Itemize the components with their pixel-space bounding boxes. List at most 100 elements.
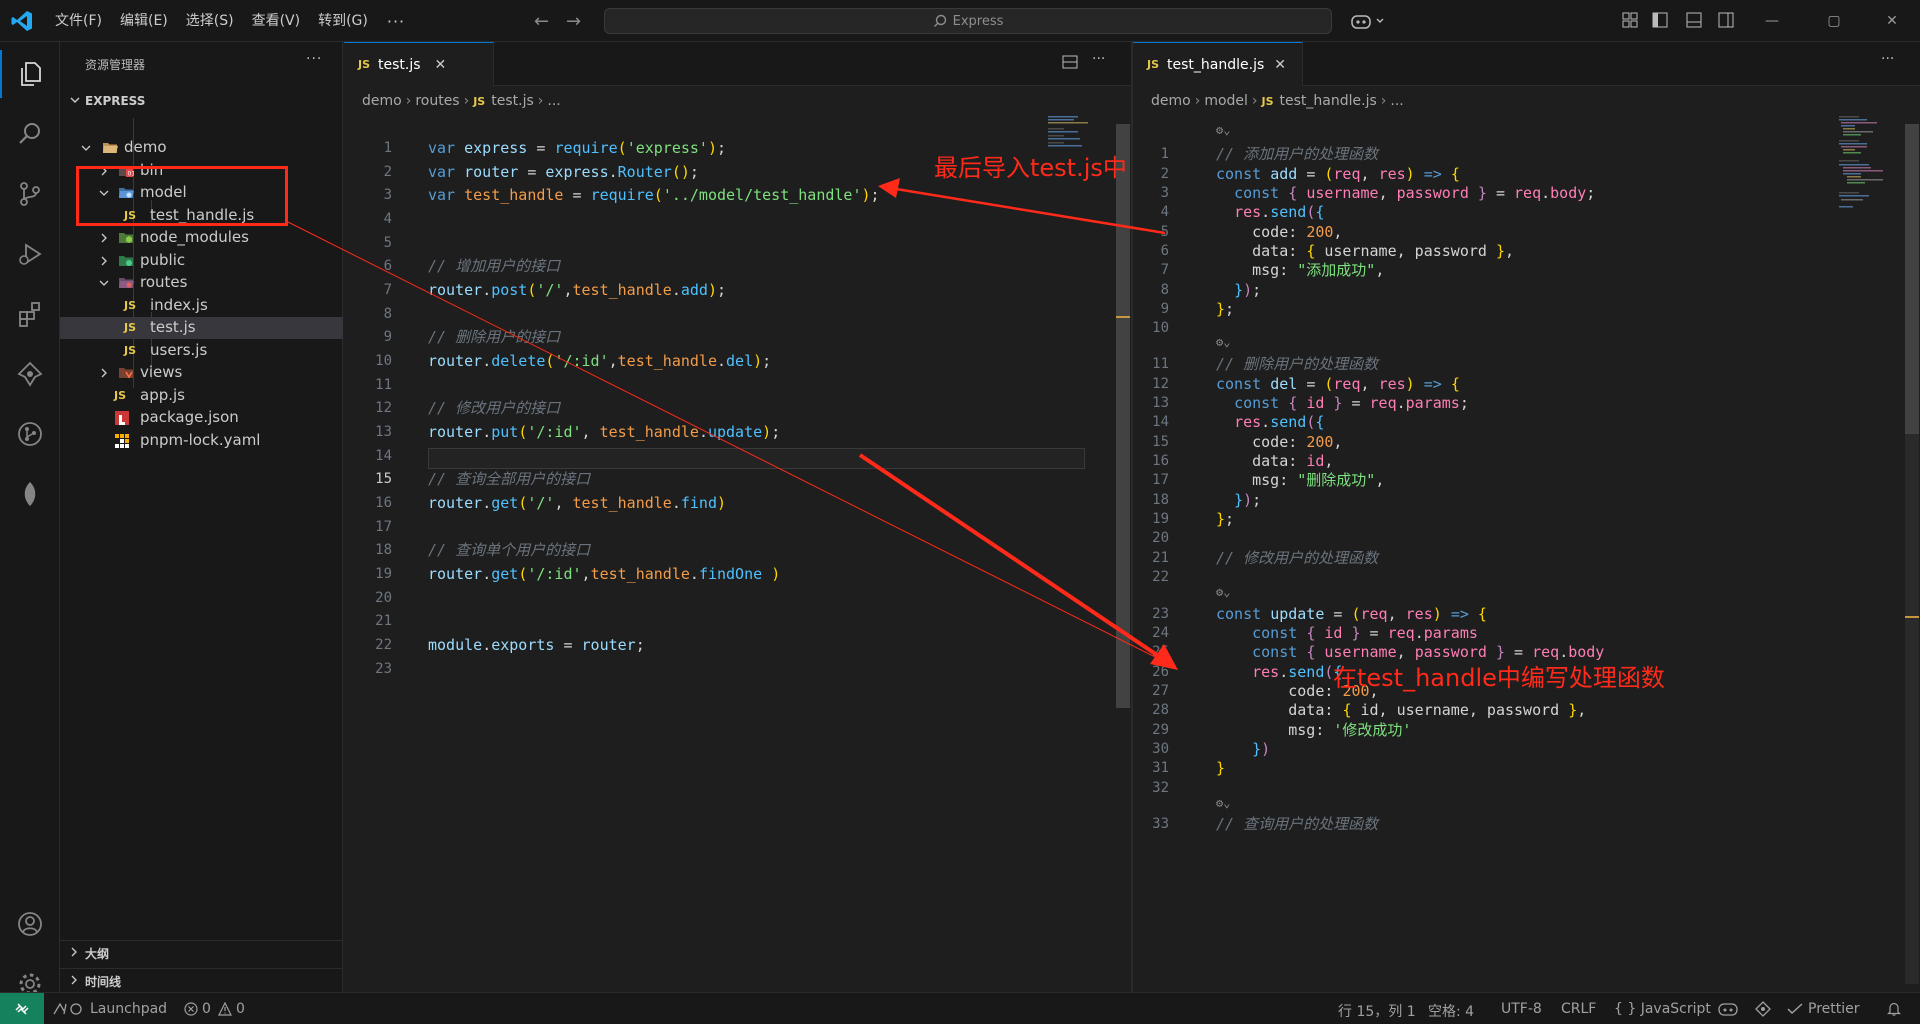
forward-arrow-icon[interactable]: → bbox=[566, 11, 581, 32]
problems-count[interactable]: 0 bbox=[202, 1001, 211, 1017]
accounts-icon[interactable] bbox=[0, 900, 60, 948]
right-tab-bar: JS test_handle.js ✕ ··· bbox=[1133, 42, 1920, 86]
tree-file-package-json[interactable]: package.json bbox=[60, 407, 343, 429]
explorer-icon[interactable] bbox=[0, 50, 60, 98]
breadcrumb-item[interactable]: test.js bbox=[491, 93, 534, 109]
pnpm-icon bbox=[115, 434, 129, 448]
source-control-icon[interactable] bbox=[0, 170, 60, 218]
notifications-bell-icon[interactable] bbox=[1886, 1001, 1902, 1017]
menu-go[interactable]: 转到(G) bbox=[309, 0, 377, 42]
end-of-line[interactable]: CRLF bbox=[1561, 1001, 1596, 1017]
breadcrumb-item[interactable]: routes bbox=[415, 93, 459, 109]
tree-folder-node-modules[interactable]: node_modules bbox=[60, 227, 343, 249]
encoding[interactable]: UTF-8 bbox=[1501, 1001, 1542, 1017]
remote-indicator[interactable] bbox=[0, 993, 44, 1024]
npm-icon bbox=[115, 411, 129, 425]
chevron-down-icon bbox=[81, 145, 91, 151]
js-file-icon: JS bbox=[1147, 57, 1160, 71]
customize-layout-icon[interactable] bbox=[1622, 12, 1638, 28]
tree-label: node_modules bbox=[140, 228, 249, 246]
back-arrow-icon[interactable]: ← bbox=[534, 11, 549, 32]
codelens-fold-icon[interactable]: ⚙⌄ bbox=[1216, 796, 1230, 810]
copilot-icon[interactable] bbox=[1350, 12, 1388, 30]
right-editor-group: JS test_handle.js ✕ ··· demo › model › JS tes… bbox=[1133, 42, 1920, 992]
menu-view[interactable]: 查看(V) bbox=[243, 0, 310, 42]
language-mode[interactable]: { } JavaScript bbox=[1614, 1001, 1711, 1017]
breadcrumb-item[interactable]: test_handle.js bbox=[1280, 93, 1377, 109]
tree-file-index-js[interactable]: JS index.js bbox=[60, 295, 343, 317]
mongodb-leaf-icon[interactable] bbox=[0, 470, 60, 518]
breadcrumb-item[interactable]: model bbox=[1204, 93, 1248, 109]
outline-section-header[interactable]: 大纲 bbox=[60, 940, 343, 962]
left-tab-bar: JS test.js ✕ ··· bbox=[344, 42, 1131, 86]
menu-more-button[interactable]: ··· bbox=[377, 12, 415, 31]
toggle-panel-icon[interactable] bbox=[1686, 12, 1702, 28]
editor-more-actions-button[interactable]: ··· bbox=[1881, 51, 1894, 67]
tab-test-js[interactable]: JS test.js ✕ bbox=[344, 42, 494, 86]
tree-folder-views[interactable]: views bbox=[60, 362, 343, 384]
indentation[interactable]: 空格: 4 bbox=[1428, 1001, 1474, 1021]
codelens-fold-icon[interactable]: ⚙⌄ bbox=[1216, 123, 1230, 137]
tree-label: demo bbox=[124, 138, 167, 156]
toggle-secondary-sidebar-icon[interactable] bbox=[1718, 12, 1734, 28]
close-tab-icon[interactable]: ✕ bbox=[1274, 57, 1286, 73]
tree-label: test.js bbox=[150, 318, 196, 336]
tree-file-app-js[interactable]: JS app.js bbox=[60, 385, 343, 407]
tree-folder-demo[interactable]: demo bbox=[60, 137, 343, 159]
prettier-status[interactable]: Prettier bbox=[1808, 1001, 1860, 1017]
title-bar: 文件(F) 编辑(E) 选择(S) 查看(V) 转到(G) ··· ← → Ex… bbox=[0, 0, 1920, 42]
sidebar-title: 资源管理器 bbox=[85, 58, 146, 72]
live-share-icon[interactable] bbox=[1754, 1001, 1772, 1017]
copilot-status-icon[interactable] bbox=[1718, 1001, 1738, 1017]
sidebar-more-button[interactable]: ··· bbox=[306, 51, 322, 67]
right-minimap[interactable] bbox=[1837, 114, 1899, 244]
remote-explorer-icon[interactable] bbox=[0, 350, 60, 398]
right-breadcrumb: demo › model › JS test_handle.js ›... bbox=[1151, 93, 1404, 109]
annotation-handler-note: 在test_handle中编写处理函数 bbox=[1333, 664, 1665, 692]
menu-selection[interactable]: 选择(S) bbox=[177, 0, 243, 42]
command-center-search[interactable]: Express bbox=[604, 8, 1332, 34]
js-file-icon: JS bbox=[1261, 95, 1274, 108]
tree-folder-public[interactable]: public bbox=[60, 250, 343, 272]
js-file-icon: JS bbox=[358, 57, 371, 71]
split-editor-icon[interactable] bbox=[1062, 54, 1078, 70]
chevron-right-icon bbox=[101, 233, 107, 243]
launchpad-icon[interactable] bbox=[52, 1001, 84, 1017]
tab-label: test_handle.js bbox=[1167, 56, 1265, 73]
minimize-icon[interactable]: — bbox=[1752, 8, 1792, 34]
tree-label: app.js bbox=[140, 386, 185, 404]
menu-edit[interactable]: 编辑(E) bbox=[111, 0, 177, 42]
error-icon bbox=[184, 1002, 198, 1016]
menu-file[interactable]: 文件(F) bbox=[46, 0, 111, 42]
restore-icon[interactable]: ▢ bbox=[1814, 8, 1854, 34]
extensions-icon[interactable] bbox=[0, 290, 60, 338]
breadcrumb-item[interactable]: ... bbox=[547, 93, 560, 109]
right-scrollbar-thumb[interactable] bbox=[1905, 124, 1919, 434]
toggle-primary-sidebar-icon[interactable] bbox=[1652, 12, 1668, 28]
breadcrumb-item[interactable]: demo bbox=[1151, 93, 1191, 109]
tree-folder-routes[interactable]: routes bbox=[60, 272, 343, 294]
cursor-position[interactable]: 行 15，列 1 bbox=[1338, 1001, 1416, 1021]
breadcrumb-item[interactable]: ... bbox=[1390, 93, 1403, 109]
close-window-icon[interactable]: ✕ bbox=[1872, 8, 1912, 34]
git-graph-icon[interactable] bbox=[0, 410, 60, 458]
warnings-count[interactable]: 0 bbox=[236, 1001, 245, 1017]
breadcrumb-item[interactable]: demo bbox=[362, 93, 402, 109]
tree-file-test-js[interactable]: JS test.js bbox=[60, 317, 343, 339]
chevron-right-icon bbox=[101, 368, 107, 378]
left-scrollbar-thumb[interactable] bbox=[1116, 124, 1130, 708]
codelens-fold-icon[interactable]: ⚙⌄ bbox=[1216, 335, 1230, 349]
tab-test-handle-js[interactable]: JS test_handle.js ✕ bbox=[1133, 42, 1303, 86]
run-debug-icon[interactable] bbox=[0, 230, 60, 278]
explorer-root-label: EXPRESS bbox=[85, 94, 146, 108]
timeline-section-header[interactable]: 时间线 bbox=[60, 968, 343, 990]
tree-file-pnpm-lock[interactable]: pnpm-lock.yaml bbox=[60, 430, 343, 452]
left-breadcrumb: demo › routes › JS test.js ›... bbox=[362, 93, 561, 109]
tree-file-users-js[interactable]: JS users.js bbox=[60, 340, 343, 362]
search-icon[interactable] bbox=[0, 110, 60, 158]
editor-more-actions-button[interactable]: ··· bbox=[1092, 51, 1105, 67]
close-tab-icon[interactable]: ✕ bbox=[435, 57, 447, 73]
explorer-root-folder[interactable]: EXPRESS bbox=[60, 90, 343, 112]
launchpad-label[interactable]: Launchpad bbox=[90, 1001, 167, 1017]
codelens-fold-icon[interactable]: ⚙⌄ bbox=[1216, 585, 1230, 599]
